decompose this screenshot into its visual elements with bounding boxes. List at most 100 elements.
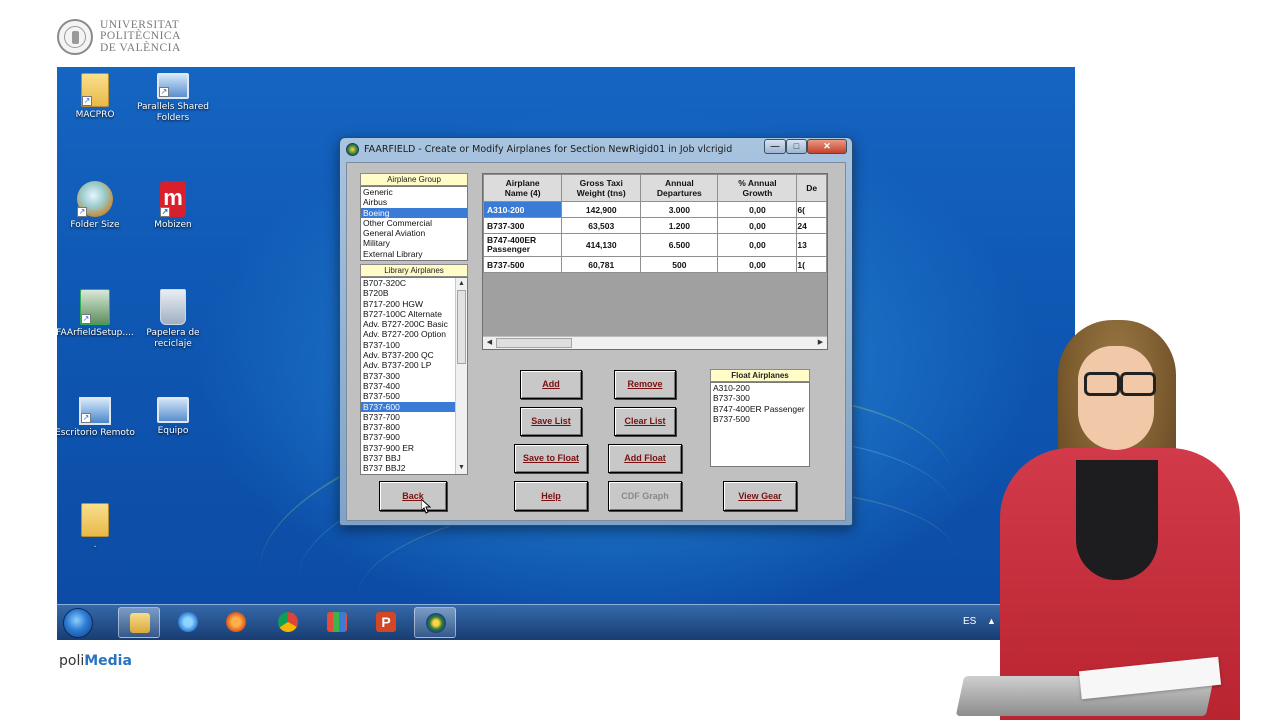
library-airplane-item[interactable]: B737-800 xyxy=(361,422,456,432)
cell-departures-truncated[interactable]: 6( xyxy=(796,201,827,218)
cell-annual-departures[interactable]: 1.200 xyxy=(640,217,719,234)
library-airplanes-list[interactable]: B707-320C B720B B717-200 HGW B727-100C Alte… xyxy=(360,277,468,475)
airplane-group-item[interactable]: Airbus xyxy=(361,197,467,207)
desktop-icon-recycle-bin[interactable]: Papelera de reciclaje xyxy=(128,289,218,350)
airplane-group-list[interactable]: Generic Airbus Boeing Other Commercial Gener… xyxy=(360,186,468,261)
library-scrollbar[interactable]: ▲ ▼ xyxy=(455,278,467,474)
library-airplane-item[interactable]: B727-100C Alternate xyxy=(361,309,456,319)
library-airplane-item[interactable]: B737-900 xyxy=(361,432,456,442)
minimize-button[interactable]: — xyxy=(764,139,786,154)
table-row[interactable]: B737-300 63,503 1.200 0,00 24 xyxy=(483,217,827,234)
taskbar-powerpoint[interactable]: P xyxy=(365,607,407,638)
help-button[interactable]: Help xyxy=(514,481,588,511)
maximize-button[interactable]: □ xyxy=(786,139,807,154)
taskbar-faarfield[interactable] xyxy=(414,607,456,638)
library-airplane-item[interactable]: B717-200 HGW xyxy=(361,299,456,309)
library-airplane-item[interactable]: B737-400 xyxy=(361,381,456,391)
float-airplane-item[interactable]: B737-500 xyxy=(711,414,809,424)
table-row[interactable]: B737-500 60,781 500 0,00 1( xyxy=(483,256,827,273)
taskbar-app-grid[interactable] xyxy=(316,607,358,638)
column-header-departures-truncated: De xyxy=(796,174,827,202)
table-row[interactable]: B747-400ER Passenger 414,130 6.500 0,00 13 xyxy=(483,233,827,257)
cell-airplane-name[interactable]: A310-200 xyxy=(483,201,563,218)
cdf-graph-button[interactable]: CDF Graph xyxy=(608,481,682,511)
desktop-icon-mobizen[interactable]: m ↗ Mobizen xyxy=(128,181,218,231)
cell-annual-departures[interactable]: 500 xyxy=(640,256,719,273)
cell-gross-weight[interactable]: 142,900 xyxy=(561,201,642,218)
cell-gross-weight[interactable]: 414,130 xyxy=(561,233,642,257)
save-to-float-button[interactable]: Save to Float xyxy=(514,444,588,473)
float-airplanes-list[interactable]: A310-200 B737-300 B747-400ER Passenger B737… xyxy=(710,382,810,467)
library-airplane-item[interactable]: B737-100 xyxy=(361,340,456,350)
float-airplanes-header: Float Airplanes xyxy=(710,369,810,382)
view-gear-button[interactable]: View Gear xyxy=(723,481,797,511)
column-header-gross-taxi-weight: Gross Taxi Weight (tns) xyxy=(561,174,642,202)
library-airplane-item[interactable]: B737-700 xyxy=(361,412,456,422)
airplane-group-item[interactable]: Other Commercial xyxy=(361,218,467,228)
scroll-down-arrow-icon[interactable]: ▼ xyxy=(456,462,467,474)
table-row[interactable]: A310-200 142,900 3.000 0,00 6( xyxy=(483,201,827,218)
scroll-left-arrow-icon[interactable]: ◀ xyxy=(483,337,496,349)
library-airplane-item[interactable]: B737-300 xyxy=(361,371,456,381)
airplane-group-item[interactable]: General Aviation xyxy=(361,228,467,238)
cell-annual-growth[interactable]: 0,00 xyxy=(717,217,798,234)
cell-annual-growth[interactable]: 0,00 xyxy=(717,256,798,273)
airplane-group-item[interactable]: External Library xyxy=(361,249,467,259)
float-airplane-item[interactable]: B737-300 xyxy=(711,393,809,403)
tray-show-hidden-icon[interactable]: ▲ xyxy=(987,616,996,626)
taskbar-internet-explorer[interactable] xyxy=(167,607,209,638)
cell-annual-growth[interactable]: 0,00 xyxy=(717,233,798,257)
save-list-button[interactable]: Save List xyxy=(520,407,582,436)
close-button[interactable]: ✕ xyxy=(807,139,847,154)
add-button[interactable]: Add xyxy=(520,370,582,399)
cell-airplane-name[interactable]: B737-300 xyxy=(483,217,563,234)
cell-annual-departures[interactable]: 6.500 xyxy=(640,233,719,257)
library-airplane-item[interactable]: B737-900 ER xyxy=(361,443,456,453)
chrome-icon xyxy=(278,612,298,632)
desktop-icon-computer[interactable]: Equipo xyxy=(128,397,218,437)
cell-departures-truncated[interactable]: 13 xyxy=(796,233,827,257)
windows-taskbar: P ES ▲ xyxy=(57,604,1075,640)
library-airplane-item[interactable]: B737-500 xyxy=(361,391,456,401)
scroll-thumb[interactable] xyxy=(496,338,572,348)
library-airplane-item[interactable]: B737 BBJ xyxy=(361,453,456,463)
cell-gross-weight[interactable]: 60,781 xyxy=(561,256,642,273)
video-frame: UNIVERSITAT POLITÈCNICA DE VALÈNCIA ↗ MA… xyxy=(0,0,1280,720)
airplane-group-item[interactable]: Generic xyxy=(361,187,467,197)
faarfield-app-icon xyxy=(346,142,359,156)
taskbar-media-player[interactable] xyxy=(215,607,257,638)
cell-airplane-name[interactable]: B747-400ER Passenger xyxy=(483,233,563,257)
float-airplane-item[interactable]: A310-200 xyxy=(711,383,809,393)
tray-language-indicator[interactable]: ES xyxy=(963,616,976,627)
cell-departures-truncated[interactable]: 24 xyxy=(796,217,827,234)
clear-list-button[interactable]: Clear List xyxy=(614,407,676,436)
cell-annual-departures[interactable]: 3.000 xyxy=(640,201,719,218)
cell-annual-growth[interactable]: 0,00 xyxy=(717,201,798,218)
library-airplane-item[interactable]: Adv. B737-200 QC xyxy=(361,350,456,360)
library-airplane-item[interactable]: B720B xyxy=(361,288,456,298)
scroll-up-arrow-icon[interactable]: ▲ xyxy=(456,278,467,290)
cell-gross-weight[interactable]: 63,503 xyxy=(561,217,642,234)
float-airplane-item[interactable]: B747-400ER Passenger xyxy=(711,404,809,414)
taskbar-chrome[interactable] xyxy=(267,607,309,638)
start-orb-icon[interactable] xyxy=(63,608,93,638)
grid-horizontal-scrollbar[interactable]: ◀ ▶ xyxy=(483,336,827,349)
cell-airplane-name[interactable]: B737-500 xyxy=(483,256,563,273)
scroll-right-arrow-icon[interactable]: ▶ xyxy=(814,337,827,349)
add-float-button[interactable]: Add Float xyxy=(608,444,682,473)
cell-departures-truncated[interactable]: 1( xyxy=(796,256,827,273)
airplane-group-item[interactable]: Military xyxy=(361,238,467,248)
library-airplane-item[interactable]: Adv. B727-200C Basic xyxy=(361,319,456,329)
remove-button[interactable]: Remove xyxy=(614,370,676,399)
library-airplane-item[interactable]: B737-600 xyxy=(361,401,456,412)
library-airplane-item[interactable]: Adv. B727-200 Option xyxy=(361,329,456,339)
desktop-icon-unnamed-folder[interactable]: . xyxy=(57,503,140,551)
library-airplane-item[interactable]: B737 BBJ2 xyxy=(361,463,456,473)
library-airplane-item[interactable]: Adv. B737-200 LP xyxy=(361,360,456,370)
library-airplane-item[interactable]: B707-320C xyxy=(361,278,456,288)
desktop-icon-parallels-shared-folders[interactable]: ↗ Parallels Shared Folders xyxy=(128,73,218,124)
scroll-thumb[interactable] xyxy=(457,290,466,364)
taskbar-file-explorer[interactable] xyxy=(118,607,160,638)
back-button[interactable]: Back xyxy=(379,481,447,511)
airplane-group-item[interactable]: Boeing xyxy=(361,207,467,218)
